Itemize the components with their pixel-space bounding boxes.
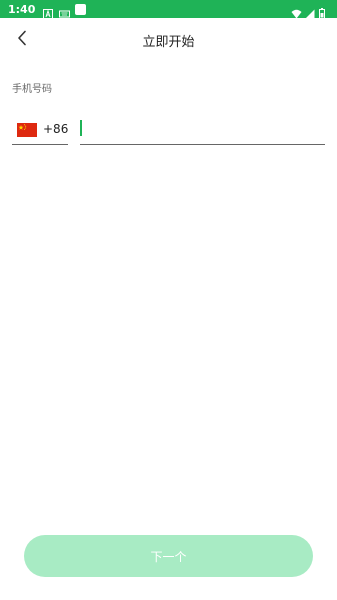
status-left-icons: [43, 3, 87, 19]
chevron-left-icon: [16, 30, 28, 50]
battery-icon: [319, 4, 329, 19]
china-flag-icon: [17, 122, 37, 137]
status-bar: 1:40: [0, 0, 337, 19]
notification-box-icon: [75, 3, 87, 15]
country-code-text: +86: [43, 122, 69, 136]
keyboard-icon: [59, 4, 71, 18]
phone-input-wrapper: [80, 114, 325, 145]
text-caret: [80, 120, 82, 136]
page-title: 立即开始: [142, 34, 195, 50]
signal-icon: [305, 4, 315, 19]
app-bar: 立即开始: [0, 18, 337, 62]
text-a-icon: [43, 4, 54, 19]
phone-number-input[interactable]: [80, 114, 325, 144]
country-code-selector[interactable]: +86: [12, 114, 68, 145]
next-button[interactable]: 下一个: [24, 535, 313, 577]
wifi-icon: [291, 4, 302, 19]
status-right-icons: [291, 4, 329, 19]
status-time: 1:40: [8, 2, 36, 16]
next-button-label: 下一个: [150, 549, 187, 564]
phone-label: 手机号码: [12, 84, 52, 95]
back-button[interactable]: [10, 26, 34, 54]
